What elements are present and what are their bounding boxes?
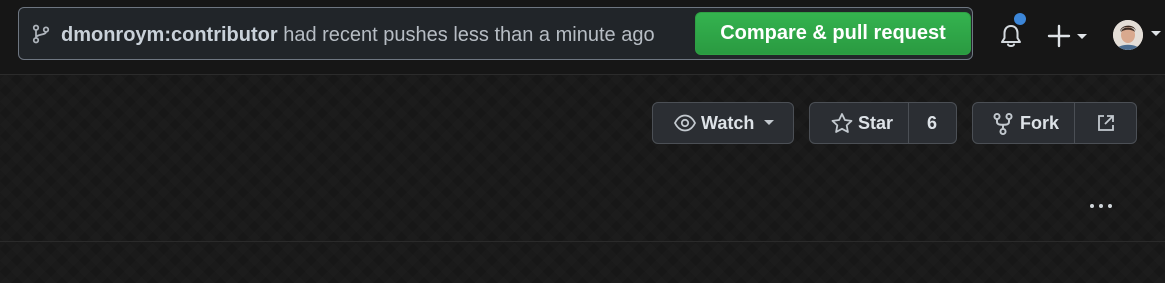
recent-push-banner: dmonroym:contributor had recent pushes l… xyxy=(18,7,973,60)
star-label: Star xyxy=(858,113,894,133)
profile-menu[interactable] xyxy=(1110,18,1165,52)
push-message: had recent pushes less than a minute ago xyxy=(277,24,655,46)
plus-icon xyxy=(1047,24,1087,48)
top-bar: dmonroym:contributor had recent pushes l… xyxy=(0,0,1165,75)
branch-name[interactable]: dmonroym:contributor xyxy=(61,24,278,46)
star-count[interactable]: 6 xyxy=(927,113,937,134)
avatar xyxy=(1113,20,1143,50)
compare-button-label: Compare & pull request xyxy=(720,22,946,44)
eye-icon xyxy=(673,114,697,132)
watch-label: Watch xyxy=(701,113,755,133)
star-button[interactable]: Star 6 xyxy=(809,102,957,144)
chevron-down-icon xyxy=(1151,31,1161,36)
recent-push-text: dmonroym:contributor had recent pushes l… xyxy=(61,23,655,47)
section-divider xyxy=(0,241,1165,242)
star-icon xyxy=(831,113,853,133)
notification-indicator xyxy=(1012,11,1028,27)
fork-label: Fork xyxy=(1020,113,1060,133)
fork-divider xyxy=(1074,103,1075,143)
fork-icon xyxy=(993,112,1013,136)
watch-button[interactable]: Watch xyxy=(652,102,794,144)
chevron-down-icon xyxy=(764,120,774,125)
more-options-icon[interactable] xyxy=(1086,196,1116,216)
compare-pull-request-button[interactable]: Compare & pull request xyxy=(695,12,971,55)
external-link-icon[interactable] xyxy=(1096,113,1116,133)
branch-icon xyxy=(32,24,50,44)
fork-button[interactable]: Fork xyxy=(972,102,1137,144)
star-divider xyxy=(908,103,909,143)
create-new-menu[interactable] xyxy=(1046,22,1092,50)
